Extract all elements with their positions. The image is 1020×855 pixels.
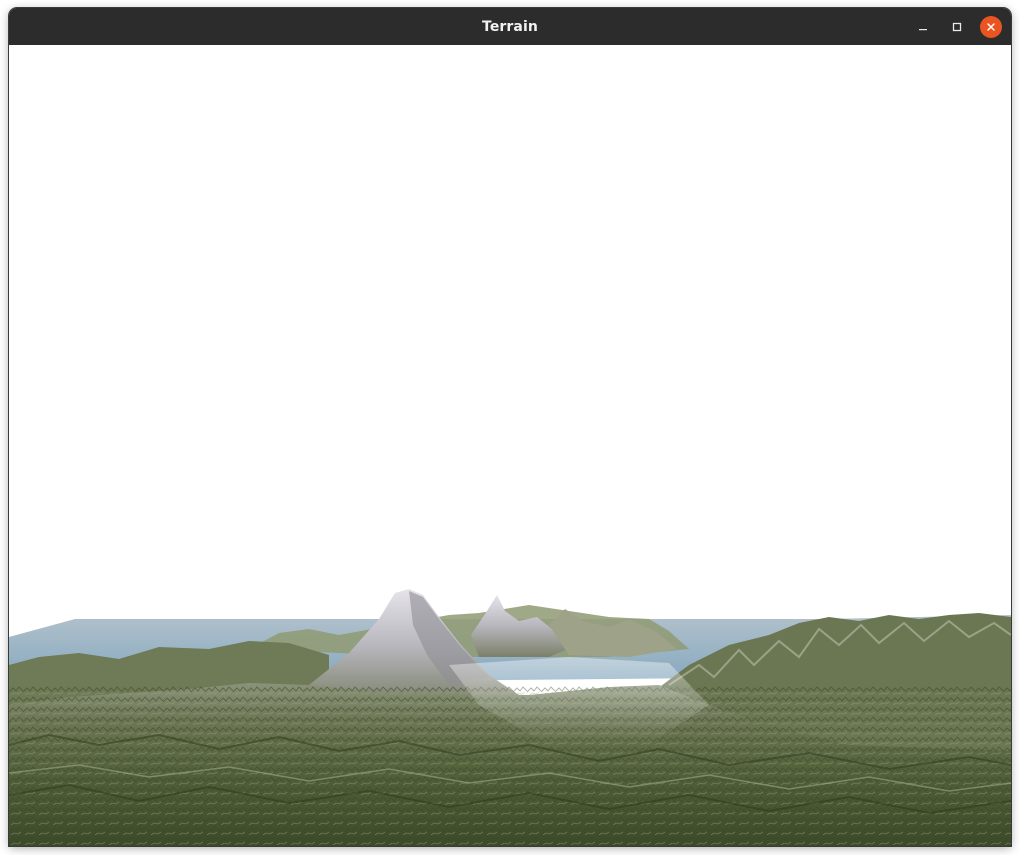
title-bar[interactable]: Terrain: [9, 8, 1011, 45]
close-button[interactable]: [980, 16, 1002, 38]
close-icon: [987, 23, 995, 31]
terrain-render: [9, 45, 1011, 846]
app-window: Terrain: [9, 8, 1011, 846]
maximize-button[interactable]: [946, 16, 968, 38]
minimize-icon: [919, 29, 927, 31]
window-controls: [912, 16, 1002, 38]
minimize-button[interactable]: [912, 16, 934, 38]
window-title: Terrain: [482, 18, 538, 35]
maximize-icon: [952, 22, 962, 32]
terrain-viewport[interactable]: [9, 45, 1011, 846]
